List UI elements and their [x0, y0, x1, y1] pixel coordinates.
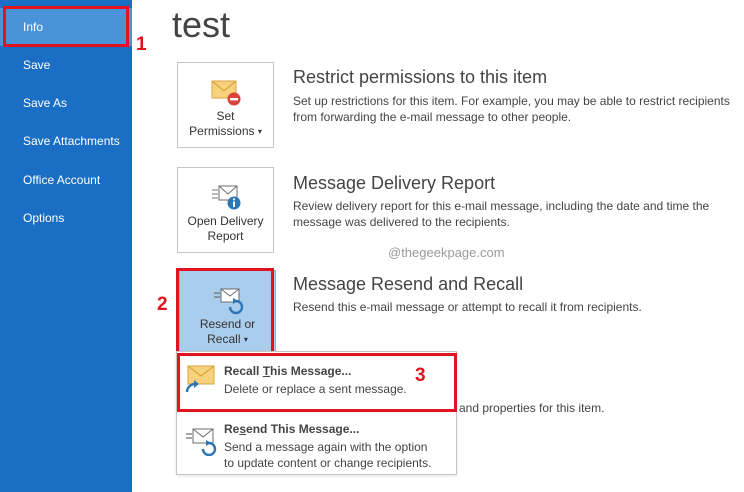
sidebar-item-label: Save Attachments: [23, 134, 120, 148]
chevron-down-icon: ▾: [257, 127, 262, 136]
resend-heading: Message Resend and Recall: [293, 274, 524, 294]
properties-description: and properties for this item.: [459, 401, 605, 415]
sidebar-item-info[interactable]: Info: [0, 8, 132, 46]
sidebar-item-office-account[interactable]: Office Account: [0, 161, 132, 199]
resend-description: Resend this e-mail message or attempt to…: [293, 300, 642, 314]
resend-this-message-item[interactable]: Resend This Message... Send a message ag…: [177, 414, 456, 474]
envelope-info-icon: [212, 185, 241, 210]
recall-menu-title: Recall This Message...: [224, 364, 352, 378]
chevron-down-icon: ▾: [243, 335, 248, 344]
resend-or-recall-button[interactable]: Resend or Recall ▾: [179, 270, 276, 356]
open-delivery-report-label: Open Delivery Report: [187, 214, 264, 243]
envelope-refresh-icon: [214, 288, 244, 315]
resend-menu-title: Resend This Message...: [224, 422, 360, 436]
step-number-1: 1: [136, 34, 147, 55]
delivery-heading: Message Delivery Report: [293, 173, 496, 193]
sidebar-item-label: Options: [23, 211, 65, 225]
sidebar-item-label: Info: [23, 20, 44, 34]
envelope-recall-icon: [185, 365, 215, 393]
sidebar-item-save[interactable]: Save: [0, 46, 132, 84]
page-title: test: [172, 4, 231, 45]
backstage-sidebar: Info Save Save As Save Attachments Offic…: [0, 0, 132, 492]
envelope-no-entry-icon: [211, 80, 241, 106]
sidebar-item-label: Save: [23, 58, 51, 72]
sidebar-item-save-attachments[interactable]: Save Attachments: [0, 122, 132, 160]
resend-menu-description: Send a message again with the option to …: [224, 440, 432, 470]
sidebar-item-label: Office Account: [23, 173, 101, 187]
permissions-heading: Restrict permissions to this item: [293, 67, 548, 87]
delivery-description: Review delivery report for this e-mail m…: [293, 199, 710, 229]
permissions-description: Set up restrictions for this item. For e…: [293, 94, 730, 124]
sidebar-item-label: Save As: [23, 96, 68, 110]
set-permissions-button[interactable]: Set Permissions ▾: [177, 62, 274, 148]
sidebar-item-save-as[interactable]: Save As: [0, 84, 132, 122]
open-delivery-report-button[interactable]: Open Delivery Report: [177, 167, 274, 253]
envelope-resend-icon: [186, 428, 217, 456]
step-number-3: 3: [415, 365, 426, 386]
set-permissions-label: Set Permissions ▾: [189, 109, 262, 138]
resend-or-recall-label: Resend or Recall ▾: [199, 317, 256, 346]
step-number-2: 2: [157, 294, 168, 315]
sidebar-item-options[interactable]: Options: [0, 199, 132, 237]
watermark: @thegeekpage.com: [388, 245, 505, 260]
